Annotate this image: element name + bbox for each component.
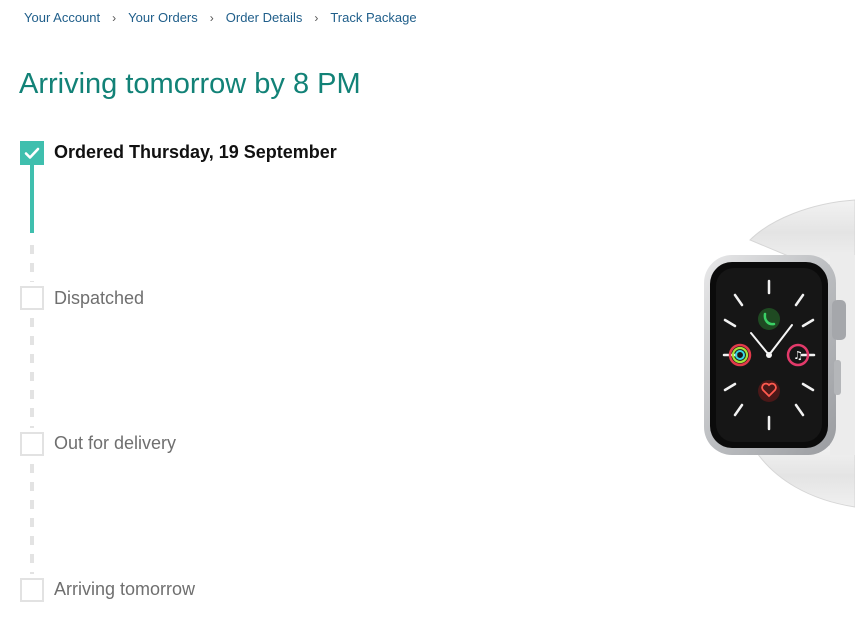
step-label-out-for-delivery: Out for delivery (54, 433, 177, 453)
step-checkbox-ordered (20, 141, 44, 165)
step-label-ordered: Ordered Thursday, 19 September (54, 142, 337, 162)
progress-line-pending (30, 464, 34, 574)
svg-text:♫: ♫ (793, 349, 803, 362)
step-checkbox-out-for-delivery (20, 432, 44, 456)
checkmark-icon (24, 147, 40, 159)
progress-line-pending (30, 245, 34, 282)
progress-line-pending (30, 318, 34, 428)
step-label-arriving: Arriving tomorrow (54, 579, 196, 599)
product-image[interactable]: ♫ (680, 195, 855, 515)
step-label-dispatched: Dispatched (54, 288, 145, 308)
step-checkbox-arriving (20, 578, 44, 602)
progress-line-complete (30, 164, 34, 233)
tracking-timeline: Ordered Thursday, 19 September Dispatche… (0, 0, 420, 627)
smartwatch-image: ♫ (704, 199, 855, 508)
step-checkbox-dispatched (20, 286, 44, 310)
